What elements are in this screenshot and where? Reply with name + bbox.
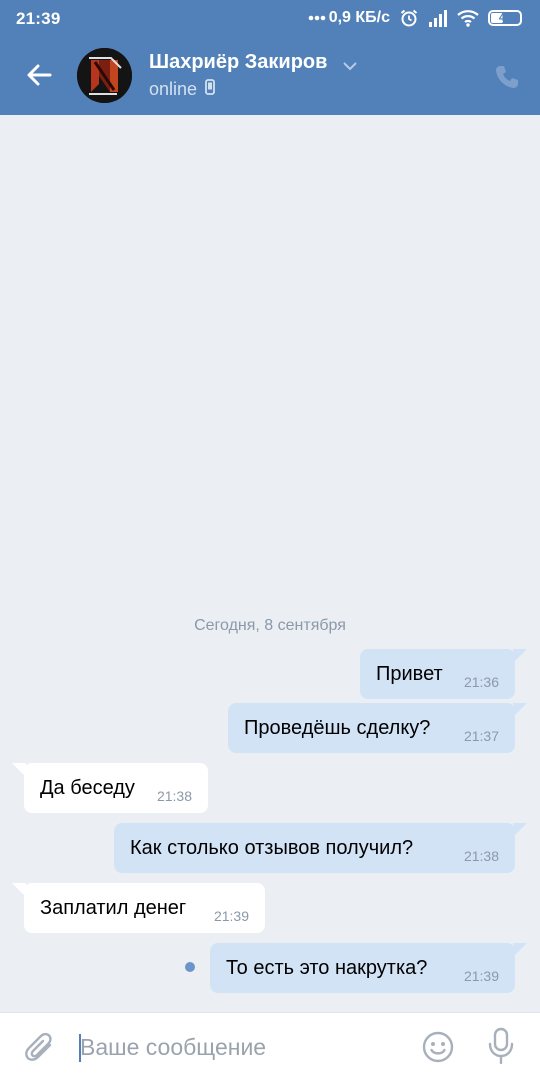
message-text: То есть это накрутка? (226, 957, 428, 979)
message-time: 21:39 (213, 908, 249, 924)
message-text: Привет (376, 663, 443, 685)
bubble-tail (513, 823, 527, 837)
message-text: Как столько отзывов получил? (130, 837, 414, 859)
message-incoming[interactable]: Заплатил денег 21:39 (12, 883, 265, 933)
message-composer (0, 1012, 540, 1080)
wifi-icon (457, 9, 479, 27)
message-outgoing[interactable]: Проведёшь сделку? 21:37 (228, 703, 527, 753)
message-time: 21:37 (463, 728, 499, 744)
alarm-icon (399, 8, 419, 28)
arrow-left-icon[interactable] (22, 58, 56, 92)
status-time: 21:39 (16, 9, 61, 28)
message-outgoing[interactable]: Как столько отзывов получил? 21:38 (114, 823, 527, 873)
peer-status-label: online (149, 79, 198, 99)
message-outgoing[interactable]: То есть это накрутка? 21:39 (210, 943, 527, 993)
status-indicators: 0,9 КБ/с 41 (308, 8, 522, 28)
message-text: Заплатил денег (40, 897, 187, 919)
battery-icon: 41 (488, 10, 522, 26)
message-text: Проведёшь сделку? (244, 717, 431, 739)
message-time: 21:36 (463, 674, 499, 690)
top-bar: 21:39 0,9 КБ/с 41 Шахриёр Закиров online (0, 0, 540, 115)
message-outgoing[interactable]: Привет 21:36 (360, 649, 527, 699)
bubble-tail (513, 703, 527, 717)
microphone-icon[interactable] (486, 1027, 516, 1070)
emoji-icon[interactable] (421, 1030, 455, 1069)
bubble-tail (12, 763, 26, 777)
dots-icon (308, 15, 326, 21)
bubble-tail (12, 883, 26, 897)
message-time: 21:38 (156, 788, 192, 804)
date-separator: Сегодня, 8 сентября (194, 617, 346, 634)
peer-status: online (149, 79, 215, 100)
phone-icon[interactable] (494, 64, 520, 95)
message-incoming[interactable]: Да беседу 21:38 (12, 763, 208, 813)
signal-icon (428, 9, 448, 27)
battery-level: 41 (498, 12, 512, 24)
paperclip-icon[interactable] (24, 1031, 56, 1070)
network-speed: 0,9 КБ/с (328, 9, 390, 26)
message-text: Да беседу (40, 777, 135, 799)
chevron-down-icon[interactable] (342, 58, 358, 76)
bubble-tail (513, 943, 527, 957)
chat-header: Шахриёр Закиров online (0, 36, 540, 115)
avatar[interactable] (77, 48, 132, 103)
peer-name[interactable]: Шахриёр Закиров (149, 51, 327, 74)
message-time: 21:38 (463, 848, 499, 864)
message-input[interactable] (80, 1023, 400, 1071)
message-time: 21:39 (463, 968, 499, 984)
unread-indicator (185, 962, 195, 972)
status-bar: 21:39 0,9 КБ/с 41 (0, 0, 540, 36)
bubble-tail (513, 649, 527, 663)
mobile-icon (205, 79, 215, 100)
